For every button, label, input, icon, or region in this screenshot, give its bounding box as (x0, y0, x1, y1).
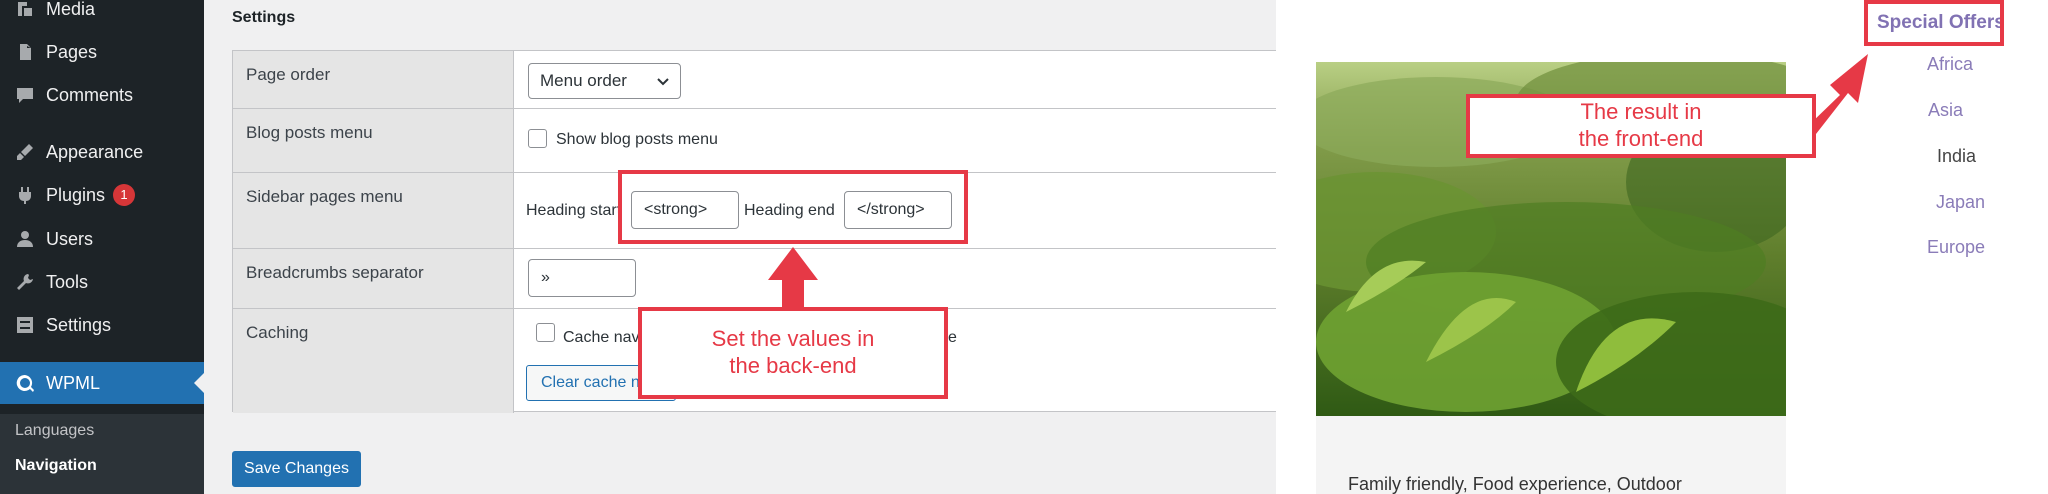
highlight-heading-inputs (618, 170, 968, 244)
sidebar-item-tools[interactable]: Tools (0, 261, 204, 303)
sidebar-item-settings[interactable]: Settings (0, 304, 204, 346)
save-changes-button[interactable]: Save Changes (232, 451, 361, 487)
sidebar-item-label: Plugins 1 (46, 184, 136, 206)
submenu-item-languages[interactable]: Languages (15, 422, 94, 440)
post-excerpt: Family friendly, Food experience, Outdoo… (1348, 474, 1682, 494)
row-label-cell: Breadcrumbs separator (233, 249, 514, 308)
sidebar-item-label: Appearance (46, 141, 144, 162)
submenu-item-navigation[interactable]: Navigation (15, 457, 97, 475)
nav-item-asia[interactable]: Asia (1928, 100, 1963, 121)
checkbox-label: Show blog posts menu (556, 131, 718, 148)
sidebar-item-label: Comments (46, 84, 134, 105)
row-label: Sidebar pages menu (246, 187, 403, 206)
sidebar-item-label: WPML (46, 372, 100, 393)
breadcrumbs-separator-input[interactable]: » (528, 259, 636, 297)
sidebar-item-users[interactable]: Users (0, 218, 204, 260)
sidebar-item-comments[interactable]: Comments (0, 74, 204, 116)
appearance-icon (14, 141, 36, 163)
media-icon (14, 0, 36, 20)
callout-frontend-text: The result in the front-end (1578, 99, 1704, 151)
page-order-select[interactable]: Menu order (528, 63, 681, 99)
section-title: Settings (232, 9, 296, 26)
update-count-badge: 1 (113, 184, 136, 206)
sidebar-item-appearance[interactable]: Appearance (0, 131, 204, 173)
nav-item-japan[interactable]: Japan (1936, 192, 1985, 213)
row-blog-posts-menu: Blog posts menu Show blog posts menu (233, 109, 1277, 173)
comments-icon (14, 84, 36, 106)
highlight-special-offers (1864, 0, 2004, 46)
wpml-submenu: Languages Navigation (0, 414, 204, 494)
sidebar-item-wpml[interactable]: WPML (0, 362, 204, 404)
nav-item-europe[interactable]: Europe (1927, 237, 1985, 258)
row-label-cell: Page order (233, 51, 514, 108)
sidebar-item-label: Settings (46, 314, 112, 335)
sidebar-item-label: Media (46, 0, 96, 19)
sidebar-item-media[interactable]: Media (0, 0, 204, 30)
sidebar-item-pages[interactable]: Pages (0, 31, 204, 73)
sidebar-item-plugins[interactable]: Plugins 1 (0, 174, 204, 216)
active-menu-indicator (194, 373, 204, 393)
pages-icon (14, 41, 36, 63)
row-page-order: Page order Menu order (233, 51, 1277, 109)
wpml-icon (14, 372, 36, 394)
sidebar-item-label: Tools (46, 271, 89, 292)
row-label-cell: Sidebar pages menu (233, 173, 514, 248)
show-blog-posts-checkbox[interactable] (528, 129, 547, 148)
nav-item-india[interactable]: India (1937, 146, 1976, 167)
checkbox-label: Cache nav (563, 329, 640, 346)
row-label: Breadcrumbs separator (246, 263, 424, 282)
chevron-down-icon (657, 78, 669, 86)
row-label-cell: Caching (233, 309, 514, 413)
plugins-icon (14, 184, 36, 206)
sidebar-item-label: Users (46, 228, 94, 249)
settings-icon (14, 314, 36, 336)
admin-sidebar: Media Pages Comments Appearance Plugins 1… (0, 0, 204, 494)
callout-backend-text: Set the values in the back-end (711, 326, 875, 378)
row-label: Blog posts menu (246, 123, 373, 142)
row-label: Caching (246, 323, 309, 342)
row-label: Page order (246, 65, 331, 84)
plugins-label-text: Plugins (46, 185, 106, 205)
select-value: Menu order (540, 71, 627, 90)
row-label-cell: Blog posts menu (233, 109, 514, 172)
checkbox-label-tail: e (948, 329, 957, 346)
sidebar-item-label: Pages (46, 41, 98, 62)
tools-icon (14, 271, 36, 293)
row-breadcrumbs-separator: Breadcrumbs separator » (233, 249, 1277, 309)
nav-item-africa[interactable]: Africa (1927, 54, 1973, 75)
heading-start-label: Heading start (526, 202, 622, 219)
users-icon (14, 228, 36, 250)
cache-navigation-checkbox[interactable] (536, 323, 555, 342)
